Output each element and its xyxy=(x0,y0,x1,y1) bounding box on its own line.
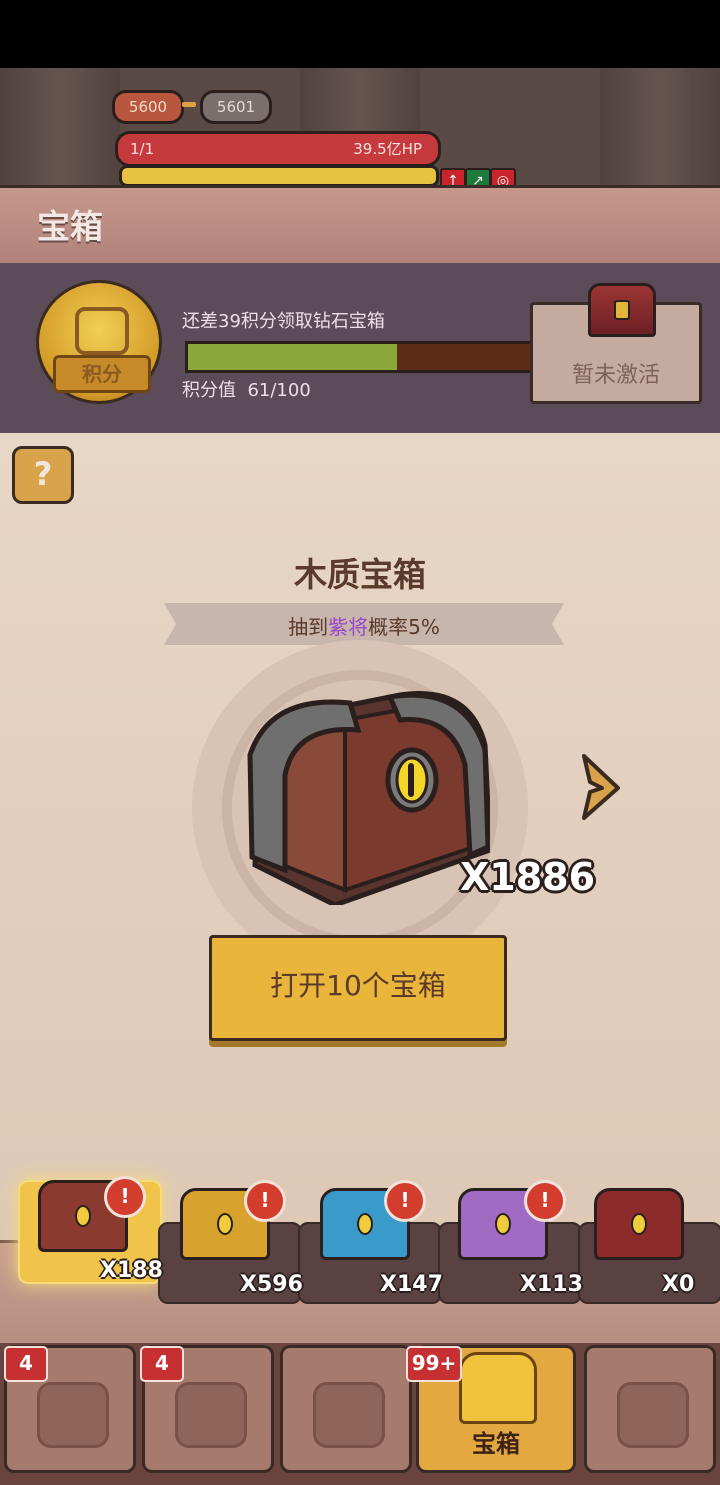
chest-count: X1886 xyxy=(460,855,596,899)
nav-tab-battle[interactable] xyxy=(280,1345,412,1473)
points-medal-icon: 积分 xyxy=(36,280,162,404)
diamond-chest-icon xyxy=(588,283,656,337)
page-title: 宝箱 xyxy=(37,207,103,246)
nav-tab-map[interactable] xyxy=(584,1345,716,1473)
rate-text: 抽到紫将概率5% xyxy=(288,615,440,639)
status-bar xyxy=(0,0,720,68)
nav-tab-chest-label: 宝箱 xyxy=(472,1430,520,1458)
points-value-row: 积分值 61/100 xyxy=(182,376,311,402)
points-value: 61/100 xyxy=(247,380,311,401)
next-chest-arrow-icon[interactable] xyxy=(578,752,622,822)
chest-qty-wood: X188 xyxy=(100,1258,163,1283)
level-separator xyxy=(182,102,196,107)
armor-icon xyxy=(175,1382,247,1448)
help-button[interactable]: ? xyxy=(12,446,74,504)
points-message: 还差39积分领取钻石宝箱 xyxy=(182,311,385,332)
scroll-map-icon xyxy=(617,1382,689,1448)
points-value-label: 积分值 xyxy=(182,380,236,401)
open-10-chests-button[interactable]: 打开10个宝箱 xyxy=(209,935,507,1041)
hp-value: 39.5亿HP xyxy=(353,140,422,158)
diamond-chest-reward-button[interactable]: 暂未激活 xyxy=(530,283,702,404)
nav-badge-heroes: 4 xyxy=(4,1346,48,1382)
nav-badge-equipment: 4 xyxy=(140,1346,184,1382)
wood-chest-icon xyxy=(247,691,490,905)
boss-hp-bar: 1/1 39.5亿HP xyxy=(115,131,441,167)
energy-bar xyxy=(119,165,439,187)
chest-name: 木质宝箱 xyxy=(294,555,426,594)
new-badge-icon: ! xyxy=(104,1176,146,1218)
helmet-icon xyxy=(313,1382,385,1448)
new-badge-icon: ! xyxy=(384,1180,426,1222)
hp-count: 1/1 xyxy=(130,140,155,158)
chest-qty-purple: X113 xyxy=(520,1272,583,1297)
chest-icon xyxy=(459,1352,537,1424)
nav-badge-chest: 99+ xyxy=(406,1346,462,1382)
points-medal-label: 积分 xyxy=(53,355,151,393)
inactive-label: 暂未激活 xyxy=(571,363,660,388)
rate-banner: 抽到紫将概率5% xyxy=(164,603,564,645)
next-level-badge: 5601 xyxy=(200,90,272,124)
new-badge-icon: ! xyxy=(244,1180,286,1222)
diamond-chest-icon xyxy=(594,1188,684,1260)
chest-qty-gold: X596 xyxy=(240,1272,303,1297)
chest-qty-diamond: X0 xyxy=(662,1272,695,1297)
chest-qty-blue: X147 xyxy=(380,1272,443,1297)
rate-highlight: 紫将 xyxy=(328,615,369,639)
hero-icon xyxy=(37,1382,109,1448)
points-progress-bar xyxy=(185,341,533,373)
current-level-badge: 5600 xyxy=(112,90,184,124)
new-badge-icon: ! xyxy=(524,1180,566,1222)
page-header: 宝箱 xyxy=(0,185,720,266)
points-progress-fill xyxy=(188,344,397,370)
